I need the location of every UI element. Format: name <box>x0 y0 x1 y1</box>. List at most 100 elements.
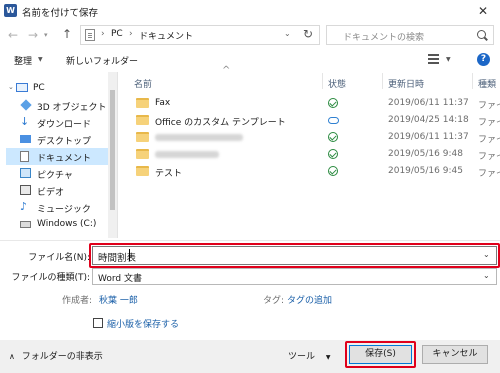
hide-folders-label: フォルダーの非表示 <box>21 352 103 362</box>
file-row[interactable]: 2019/06/11 11:37 ファイル <box>120 129 500 146</box>
chevron-down-icon[interactable]: ▼ <box>446 56 451 63</box>
file-modified: 2019/06/11 11:37 <box>388 98 469 108</box>
chevron-down-icon[interactable]: ⌄ <box>483 271 490 280</box>
sidebar-item-3d-objects[interactable]: 3D オブジェクト <box>6 97 114 114</box>
close-icon[interactable]: ✕ <box>470 2 496 20</box>
synced-check-icon <box>328 132 338 142</box>
filetype-select[interactable]: Word 文書 ⌄ <box>92 268 497 285</box>
chevron-down-icon[interactable]: ⌄ <box>8 83 14 91</box>
file-modified: 2019/06/11 11:37 <box>388 132 469 142</box>
file-type: ファイル <box>478 152 500 162</box>
music-icon: ♪ <box>20 200 28 213</box>
synced-check-icon <box>328 166 338 176</box>
sidebar-item-drive-c[interactable]: Windows (C:) <box>6 216 114 233</box>
sidebar-item-label: ビデオ <box>37 188 65 198</box>
synced-check-icon <box>328 149 338 159</box>
save-thumbnail-label[interactable]: 縮小版を保存する <box>107 317 179 330</box>
address-segment-documents[interactable]: ドキュメント <box>139 29 193 42</box>
drive-icon <box>20 221 31 228</box>
file-type: ファイル <box>478 101 500 111</box>
sidebar-item-documents[interactable]: ドキュメント <box>6 148 114 165</box>
hide-folders-button[interactable]: ∧ フォルダーの非表示 <box>9 349 103 362</box>
title-bar: W 名前を付けて保存 ✕ <box>0 0 500 22</box>
sidebar-item-videos[interactable]: ビデオ <box>6 182 114 199</box>
author-label: 作成者: <box>62 296 93 306</box>
cloud-icon <box>328 117 339 124</box>
file-modified: 2019/04/25 14:18 <box>388 115 469 125</box>
folder-icon <box>136 98 149 108</box>
forward-arrow-icon[interactable]: → <box>26 27 40 43</box>
sidebar-item-pc[interactable]: ⌄ PC <box>6 80 114 97</box>
address-separator: › <box>129 29 133 39</box>
save-thumbnail-checkbox[interactable] <box>93 318 103 328</box>
back-arrow-icon[interactable]: ← <box>6 27 20 43</box>
sidebar-item-downloads[interactable]: ↓ ダウンロード <box>6 114 114 131</box>
folder-icon <box>136 149 149 159</box>
file-row[interactable]: Office のカスタム テンプレート 2019/04/25 14:18 ファイ… <box>120 112 500 129</box>
column-divider[interactable] <box>382 73 383 89</box>
navigation-pane: ⌄ PC 3D オブジェクト ↓ ダウンロード デスクトップ ドキュメント ピク… <box>0 72 114 240</box>
sidebar-item-label: Windows (C:) <box>37 219 97 229</box>
chevron-up-icon: ∧ <box>9 352 15 361</box>
command-toolbar: 整理 ▼ 新しいフォルダー ▼ ? <box>0 50 500 70</box>
tools-label: ツール <box>288 352 316 362</box>
up-arrow-icon[interactable]: ↑ <box>62 26 72 42</box>
column-header-status[interactable]: 状態 <box>328 77 346 90</box>
organize-button[interactable]: 整理 <box>14 54 32 67</box>
search-placeholder: ドキュメントの検索 <box>343 33 425 43</box>
author-value[interactable]: 秋葉 一郎 <box>99 293 138 306</box>
sidebar-item-desktop[interactable]: デスクトップ <box>6 131 114 148</box>
file-row[interactable]: Fax 2019/06/11 11:37 ファイル <box>120 95 500 112</box>
column-header-type[interactable]: 種類 <box>478 77 496 90</box>
refresh-icon[interactable]: ↻ <box>303 27 313 41</box>
column-header-name[interactable]: 名前 <box>134 77 152 90</box>
file-name: Fax <box>155 98 171 108</box>
chevron-down-icon[interactable]: ▼ <box>38 56 43 63</box>
column-header-modified[interactable]: 更新日時 <box>388 77 424 90</box>
filetype-label: ファイルの種類(T): <box>11 273 90 283</box>
file-row[interactable]: テスト 2019/05/16 9:45 ファイル <box>120 163 500 180</box>
divider <box>0 240 500 241</box>
pc-icon <box>16 83 28 92</box>
folder-icon <box>136 132 149 142</box>
file-type: ファイル <box>478 169 500 179</box>
column-divider[interactable] <box>322 73 323 89</box>
folder-icon <box>136 166 149 176</box>
file-type: ファイル <box>478 135 500 145</box>
address-bar[interactable]: › PC › ドキュメント ⌄ ↻ <box>80 25 320 45</box>
tags-value[interactable]: タグの追加 <box>287 293 332 306</box>
navigation-scrollbar-thumb[interactable] <box>110 90 115 210</box>
filename-label: ファイル名(N): <box>28 253 90 263</box>
tools-button[interactable]: ツール ▼ <box>288 349 331 362</box>
synced-check-icon <box>328 98 338 108</box>
redacted-file-name <box>155 134 243 141</box>
sidebar-item-label: ピクチャ <box>37 171 73 181</box>
sidebar-item-label: ミュージック <box>37 205 91 215</box>
column-divider[interactable] <box>472 73 473 89</box>
cancel-button[interactable]: キャンセル <box>422 345 488 364</box>
file-name: Office のカスタム テンプレート <box>155 118 286 128</box>
videos-icon <box>20 185 31 195</box>
file-modified: 2019/05/16 9:48 <box>388 149 463 159</box>
highlight-outline <box>345 341 416 368</box>
new-folder-button[interactable]: 新しいフォルダー <box>66 54 138 67</box>
file-modified: 2019/05/16 9:45 <box>388 166 463 176</box>
pane-divider[interactable] <box>117 72 118 238</box>
sidebar-item-pictures[interactable]: ピクチャ <box>6 165 114 182</box>
search-input[interactable]: ドキュメントの検索 <box>326 25 494 45</box>
tags-label: タグ: <box>263 296 285 306</box>
sidebar-item-music[interactable]: ♪ ミュージック <box>6 199 114 216</box>
file-row[interactable]: 2019/05/16 9:48 ファイル <box>120 146 500 163</box>
word-app-icon: W <box>4 4 17 17</box>
search-icon[interactable] <box>477 30 486 39</box>
address-separator: › <box>101 29 105 39</box>
download-icon: ↓ <box>20 115 30 128</box>
recent-locations-chevron-icon[interactable]: ▾ <box>44 27 48 43</box>
window-title: 名前を付けて保存 <box>22 8 99 19</box>
view-options-icon[interactable] <box>428 54 439 64</box>
chevron-down-icon[interactable]: ⌄ <box>284 29 291 38</box>
folder-icon <box>136 115 149 125</box>
help-icon[interactable]: ? <box>477 53 490 66</box>
address-segment-pc[interactable]: PC <box>111 29 123 39</box>
redacted-file-name <box>155 151 219 158</box>
